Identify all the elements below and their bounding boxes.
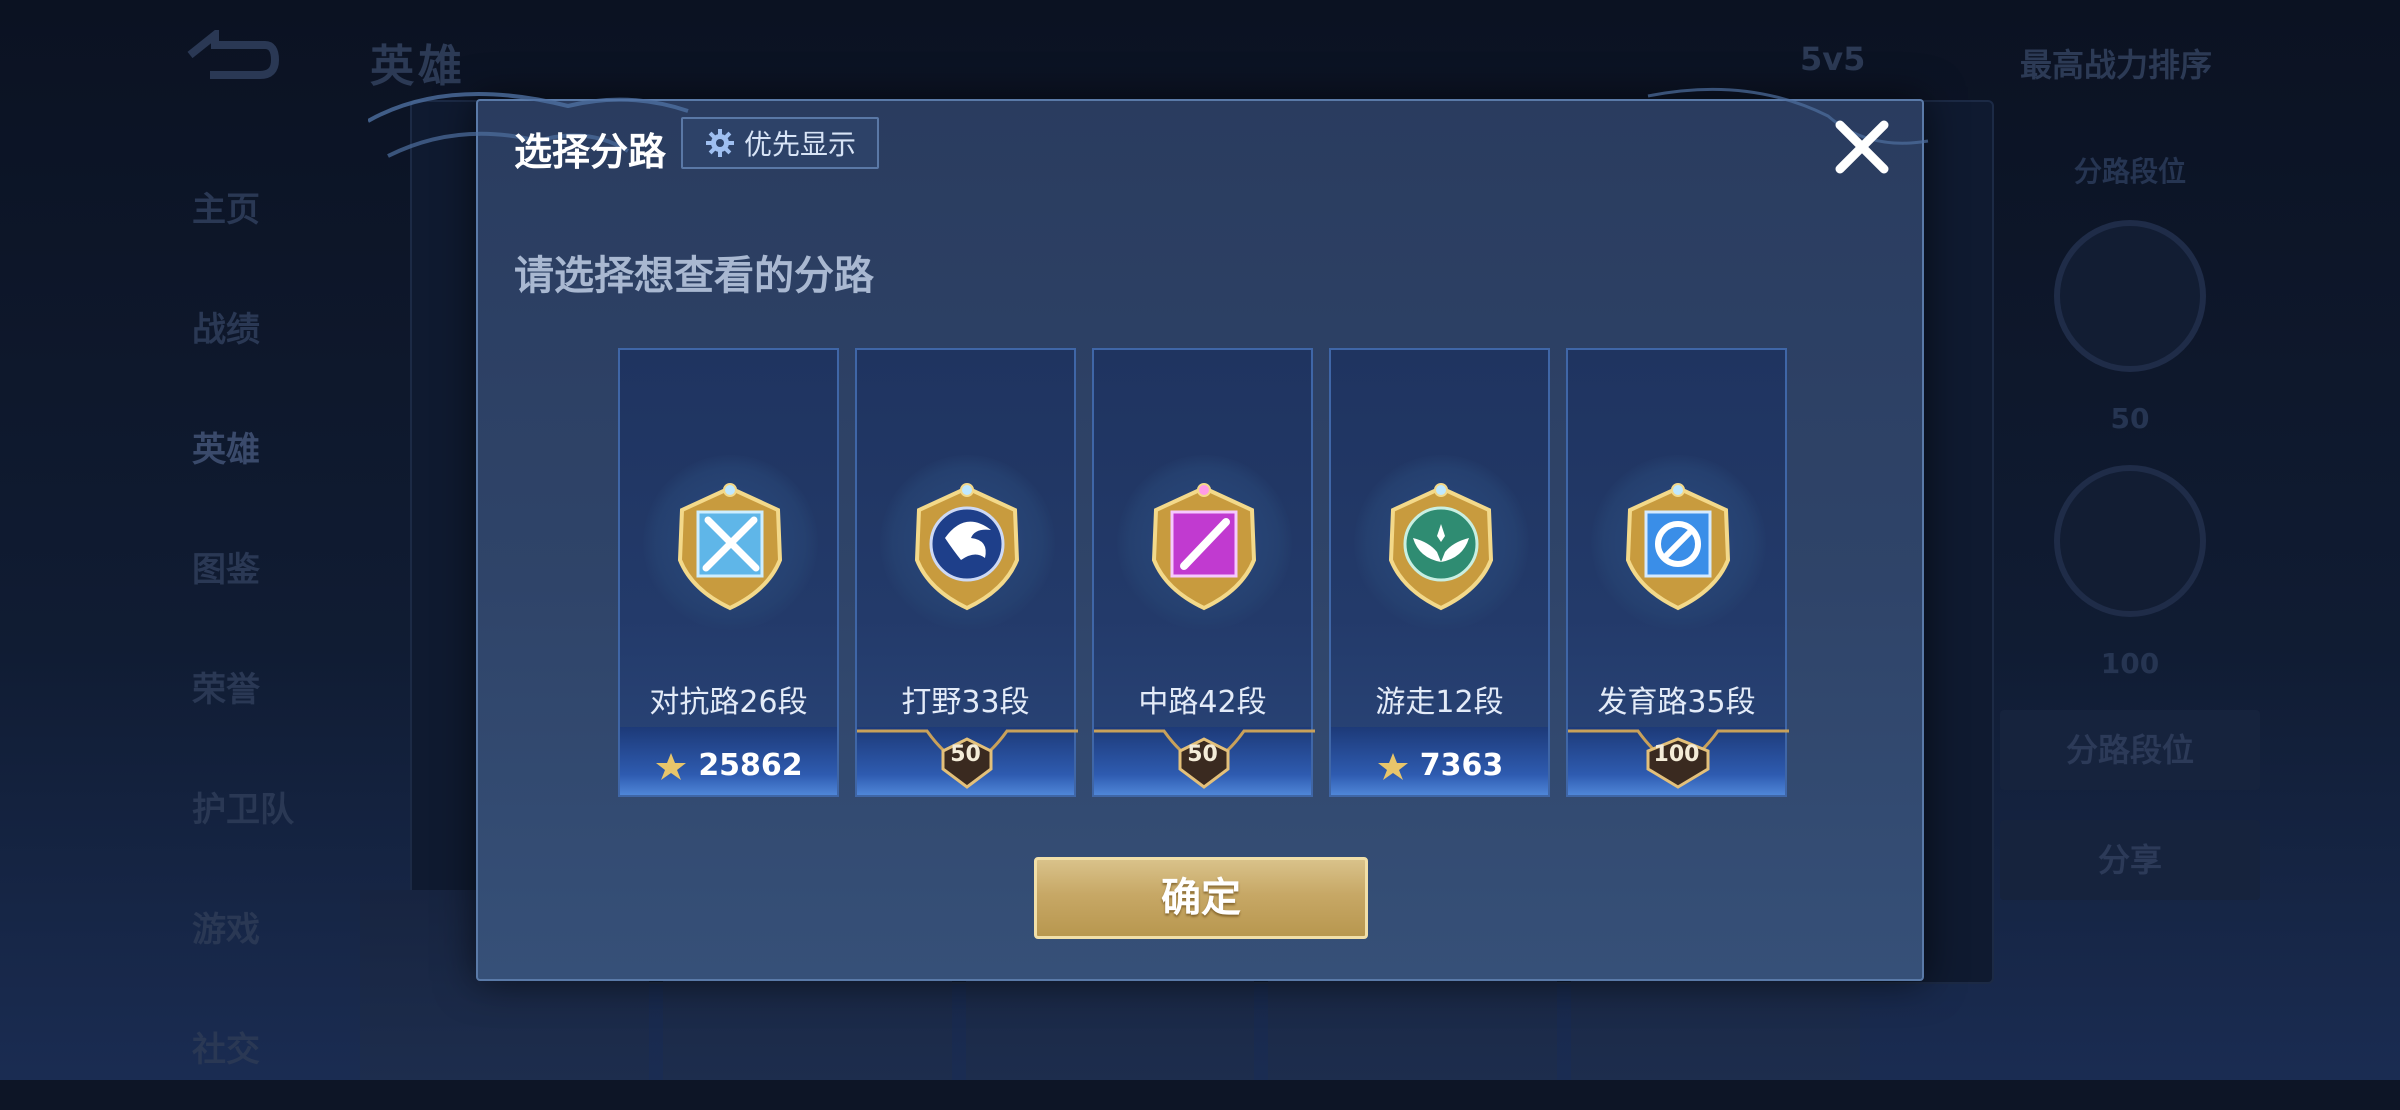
- bg-nav-item[interactable]: 社交: [150, 990, 350, 1110]
- lane-name: 游走12段: [1375, 685, 1504, 720]
- bg-right-label: 分路段位: [2073, 155, 2186, 188]
- close-icon[interactable]: [1830, 115, 1894, 179]
- bg-badge-b: 100: [2100, 647, 2160, 680]
- swords-icon: [677, 483, 783, 611]
- bg-sidebar: 主页 战绩 英雄 图鉴 荣誉 护卫队 游戏 社交: [150, 150, 350, 1110]
- rank-badge-number: 100: [1653, 742, 1700, 767]
- lane-card-farm[interactable]: 发育路35段 100: [1566, 348, 1789, 797]
- bg-sort-dropdown[interactable]: 最高战力排序: [2020, 40, 2212, 86]
- bg-emblem: [2054, 220, 2206, 372]
- lane-name: 发育路35段: [1597, 685, 1756, 720]
- bg-page-title: 英雄: [370, 41, 466, 92]
- lane-score-value: 7363: [1419, 748, 1504, 783]
- lane-card-roam[interactable]: 游走12段 7363: [1329, 348, 1550, 797]
- lane-card-mid[interactable]: 中路42段 50: [1092, 348, 1315, 797]
- back-arrow-icon[interactable]: [180, 30, 280, 80]
- bg-nav-item[interactable]: 护卫队: [150, 750, 350, 870]
- lane-card-jungle[interactable]: 打野33段 50: [855, 348, 1078, 797]
- bg-nav-item[interactable]: 游戏: [150, 870, 350, 990]
- dialog-subtitle: 请选择想查看的分路: [514, 253, 874, 299]
- bg-badge-a: 50: [2110, 402, 2150, 435]
- lane-select-dialog: 选择分路 优先显示 请选择想查看的分路 对抗路26段 25862 打野33段 5…: [368, 87, 1929, 981]
- rank-badge-number: 50: [1187, 742, 1218, 767]
- dialog-title: 选择分路: [514, 130, 667, 174]
- bg-nav-item[interactable]: 战绩: [150, 270, 350, 390]
- bg-nav-item[interactable]: 图鉴: [150, 510, 350, 630]
- lane-name: 对抗路26段: [649, 685, 808, 720]
- lane-score: 7363: [1331, 748, 1548, 783]
- lane-score: 25862: [620, 748, 837, 783]
- bg-nav-item[interactable]: 荣誉: [150, 630, 350, 750]
- gear-icon: [705, 129, 734, 157]
- dragon-icon: [914, 483, 1020, 611]
- power-icon: [1377, 752, 1408, 780]
- bg-mode-dropdown[interactable]: 5v5: [1800, 40, 1865, 78]
- wings-icon: [1388, 483, 1494, 611]
- staff-icon: [1151, 483, 1257, 611]
- priority-display-label: 优先显示: [743, 128, 856, 161]
- power-icon: [656, 752, 687, 780]
- bg-nav-item[interactable]: 主页: [150, 150, 350, 270]
- bg-rank-button[interactable]: 分路段位: [2000, 710, 2260, 790]
- bg-nav-item[interactable]: 英雄: [150, 390, 350, 510]
- target-icon: [1625, 483, 1731, 611]
- lane-list: 对抗路26段 25862 打野33段 50 中路42段 50 游走12段 736…: [618, 348, 1789, 797]
- rank-badge-number: 50: [950, 742, 981, 767]
- lane-name: 中路42段: [1138, 685, 1267, 720]
- lane-card-top[interactable]: 对抗路26段 25862: [618, 348, 839, 797]
- bg-share-button[interactable]: 分享: [2000, 820, 2260, 900]
- bg-emblem: [2054, 465, 2206, 617]
- bg-right-panel: 分路段位 50 100 分路段位 分享: [2000, 150, 2260, 900]
- lane-score-value: 25862: [698, 748, 803, 783]
- lane-name: 打野33段: [901, 685, 1030, 720]
- confirm-button[interactable]: 确定: [1034, 857, 1368, 939]
- priority-display-button[interactable]: 优先显示: [681, 117, 879, 169]
